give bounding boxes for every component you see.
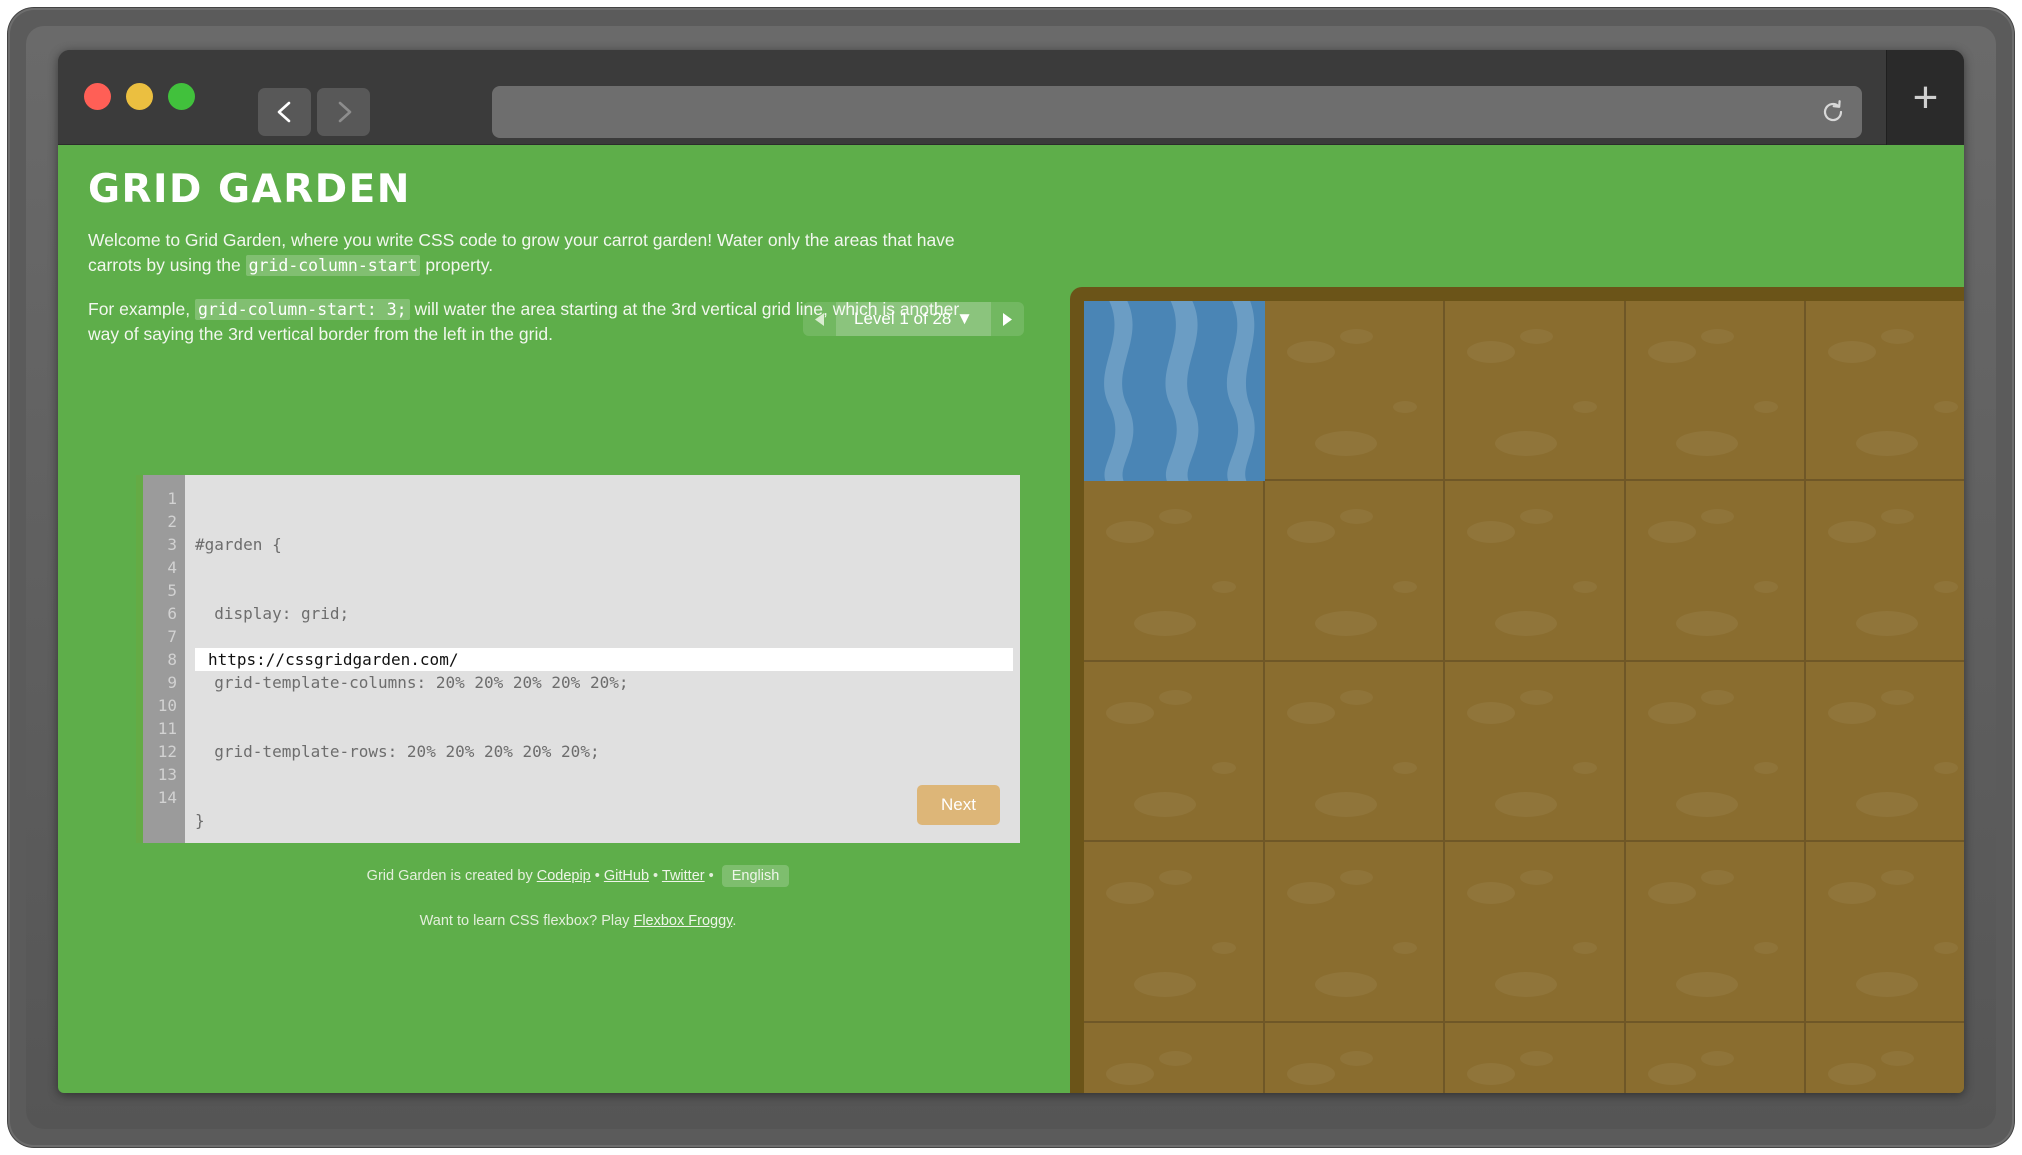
next-button[interactable]: Next bbox=[917, 785, 1000, 825]
line-number: 7 bbox=[167, 627, 177, 646]
line-number: 14 bbox=[157, 788, 177, 807]
line-number: 3 bbox=[167, 535, 177, 554]
line-number: 2 bbox=[167, 512, 177, 531]
garden-cell bbox=[1625, 301, 1807, 482]
line-number: 8 bbox=[167, 650, 177, 669]
back-button[interactable] bbox=[258, 88, 311, 136]
footer-separator: • bbox=[704, 868, 718, 884]
github-link[interactable]: GitHub bbox=[604, 868, 649, 884]
garden-cell bbox=[1084, 842, 1265, 1023]
previous-level-button[interactable] bbox=[803, 302, 836, 336]
new-tab-button[interactable]: + bbox=[1886, 50, 1964, 145]
code-line: grid-template-rows: 20% 20% 20% 20% 20%; bbox=[195, 742, 600, 761]
navigation-buttons bbox=[258, 88, 370, 136]
window-controls bbox=[84, 83, 195, 110]
garden-cell bbox=[1806, 1023, 1964, 1093]
line-number: 6 bbox=[167, 604, 177, 623]
garden-cell bbox=[1445, 481, 1626, 662]
twitter-link[interactable]: Twitter bbox=[662, 868, 705, 884]
garden-cell bbox=[1445, 1022, 1626, 1093]
example-text-1: For example, bbox=[88, 298, 195, 319]
footer-credit-prefix: Grid Garden is created by bbox=[366, 868, 537, 884]
footer-separator: • bbox=[590, 868, 604, 884]
line-number: 11 bbox=[157, 719, 177, 738]
garden-cell bbox=[1806, 481, 1964, 662]
device-frame: + GRID GARDEN Welcome to Grid Garden, wh… bbox=[8, 8, 2014, 1147]
address-bar[interactable] bbox=[492, 86, 1862, 138]
code-text-area: #garden { display: grid; grid-template-c… bbox=[185, 475, 1020, 843]
garden-cell bbox=[1445, 301, 1626, 482]
forward-button[interactable] bbox=[317, 88, 370, 136]
garden-cell bbox=[1625, 661, 1807, 843]
garden-cell bbox=[1264, 661, 1446, 843]
garden-cell bbox=[1806, 662, 1964, 843]
line-number: 10 bbox=[157, 696, 177, 715]
garden-cell bbox=[1445, 842, 1626, 1023]
code-line: display: grid; bbox=[195, 604, 350, 623]
level-dropdown[interactable]: Level 1 of 28 ▼ bbox=[836, 302, 991, 336]
maximize-window-icon[interactable] bbox=[168, 83, 195, 110]
code-editor: 1 2 3 4 5 6 7 8 9 10 11 12 13 14 #garden bbox=[136, 475, 1020, 843]
level-selector: Level 1 of 28 ▼ bbox=[803, 302, 1024, 336]
footer: Grid Garden is created by Codepip • GitH… bbox=[136, 865, 1020, 929]
code-line: grid-template-columns: 20% 20% 20% 20% 2… bbox=[195, 673, 629, 692]
garden-cell bbox=[1264, 481, 1446, 662]
footer-credit-line: Grid Garden is created by Codepip • GitH… bbox=[136, 865, 1020, 887]
minimize-window-icon[interactable] bbox=[126, 83, 153, 110]
language-button[interactable]: English bbox=[721, 865, 790, 887]
close-window-icon[interactable] bbox=[84, 83, 111, 110]
inline-code-example: grid-column-start: 3; bbox=[194, 298, 410, 320]
flexbox-froggy-link[interactable]: Flexbox Froggy bbox=[633, 913, 732, 929]
line-number: 5 bbox=[167, 581, 177, 600]
page-content: GRID GARDEN Welcome to Grid Garden, wher… bbox=[58, 145, 1964, 1093]
garden-cell bbox=[1625, 842, 1807, 1023]
garden-grid bbox=[1084, 301, 1964, 1093]
garden-cell bbox=[1265, 1022, 1446, 1093]
footer-separator: • bbox=[649, 868, 662, 884]
line-number: 9 bbox=[167, 673, 177, 692]
line-number: 12 bbox=[157, 742, 177, 761]
code-line: } bbox=[195, 811, 205, 830]
browser-window: + GRID GARDEN Welcome to Grid Garden, wh… bbox=[58, 50, 1964, 1093]
garden-cell bbox=[1806, 301, 1964, 482]
line-number: 1 bbox=[167, 489, 177, 508]
instructions-paragraph-1: Welcome to Grid Garden, where you write … bbox=[88, 228, 988, 279]
line-number-gutter: 1 2 3 4 5 6 7 8 9 10 11 12 13 14 bbox=[143, 475, 185, 843]
garden-cell bbox=[1806, 842, 1964, 1023]
footer-flexbox-line: Want to learn CSS flexbox? Play Flexbox … bbox=[136, 913, 1020, 929]
plus-icon: + bbox=[1912, 72, 1939, 122]
garden-cell bbox=[1084, 1022, 1265, 1093]
browser-toolbar: + bbox=[58, 50, 1964, 145]
garden-cell bbox=[1264, 301, 1446, 482]
line-number: 13 bbox=[157, 765, 177, 784]
flexbox-suffix: . bbox=[732, 913, 737, 929]
garden-cell bbox=[1084, 661, 1265, 843]
codepip-link[interactable]: Codepip bbox=[537, 868, 591, 884]
reload-icon[interactable] bbox=[1818, 97, 1848, 127]
css-code-input[interactable] bbox=[195, 648, 1013, 671]
instructions-text-1: Welcome to Grid Garden, where you write … bbox=[88, 230, 955, 276]
page-title: GRID GARDEN bbox=[88, 167, 411, 212]
garden-cell bbox=[1084, 481, 1265, 662]
garden-cell bbox=[1445, 661, 1626, 843]
garden-cell bbox=[1264, 842, 1446, 1023]
water-tile bbox=[1084, 301, 1265, 482]
garden-cell bbox=[1626, 1022, 1807, 1093]
garden-cell bbox=[1625, 481, 1807, 662]
garden-frame bbox=[1070, 287, 1964, 1093]
instructions-text-2: property. bbox=[420, 255, 494, 276]
code-line: #garden { bbox=[195, 535, 282, 554]
line-number: 4 bbox=[167, 558, 177, 577]
next-level-button[interactable] bbox=[991, 302, 1024, 336]
inline-code-grid-column-start: grid-column-start bbox=[245, 255, 421, 277]
flexbox-prefix: Want to learn CSS flexbox? Play bbox=[419, 913, 634, 929]
